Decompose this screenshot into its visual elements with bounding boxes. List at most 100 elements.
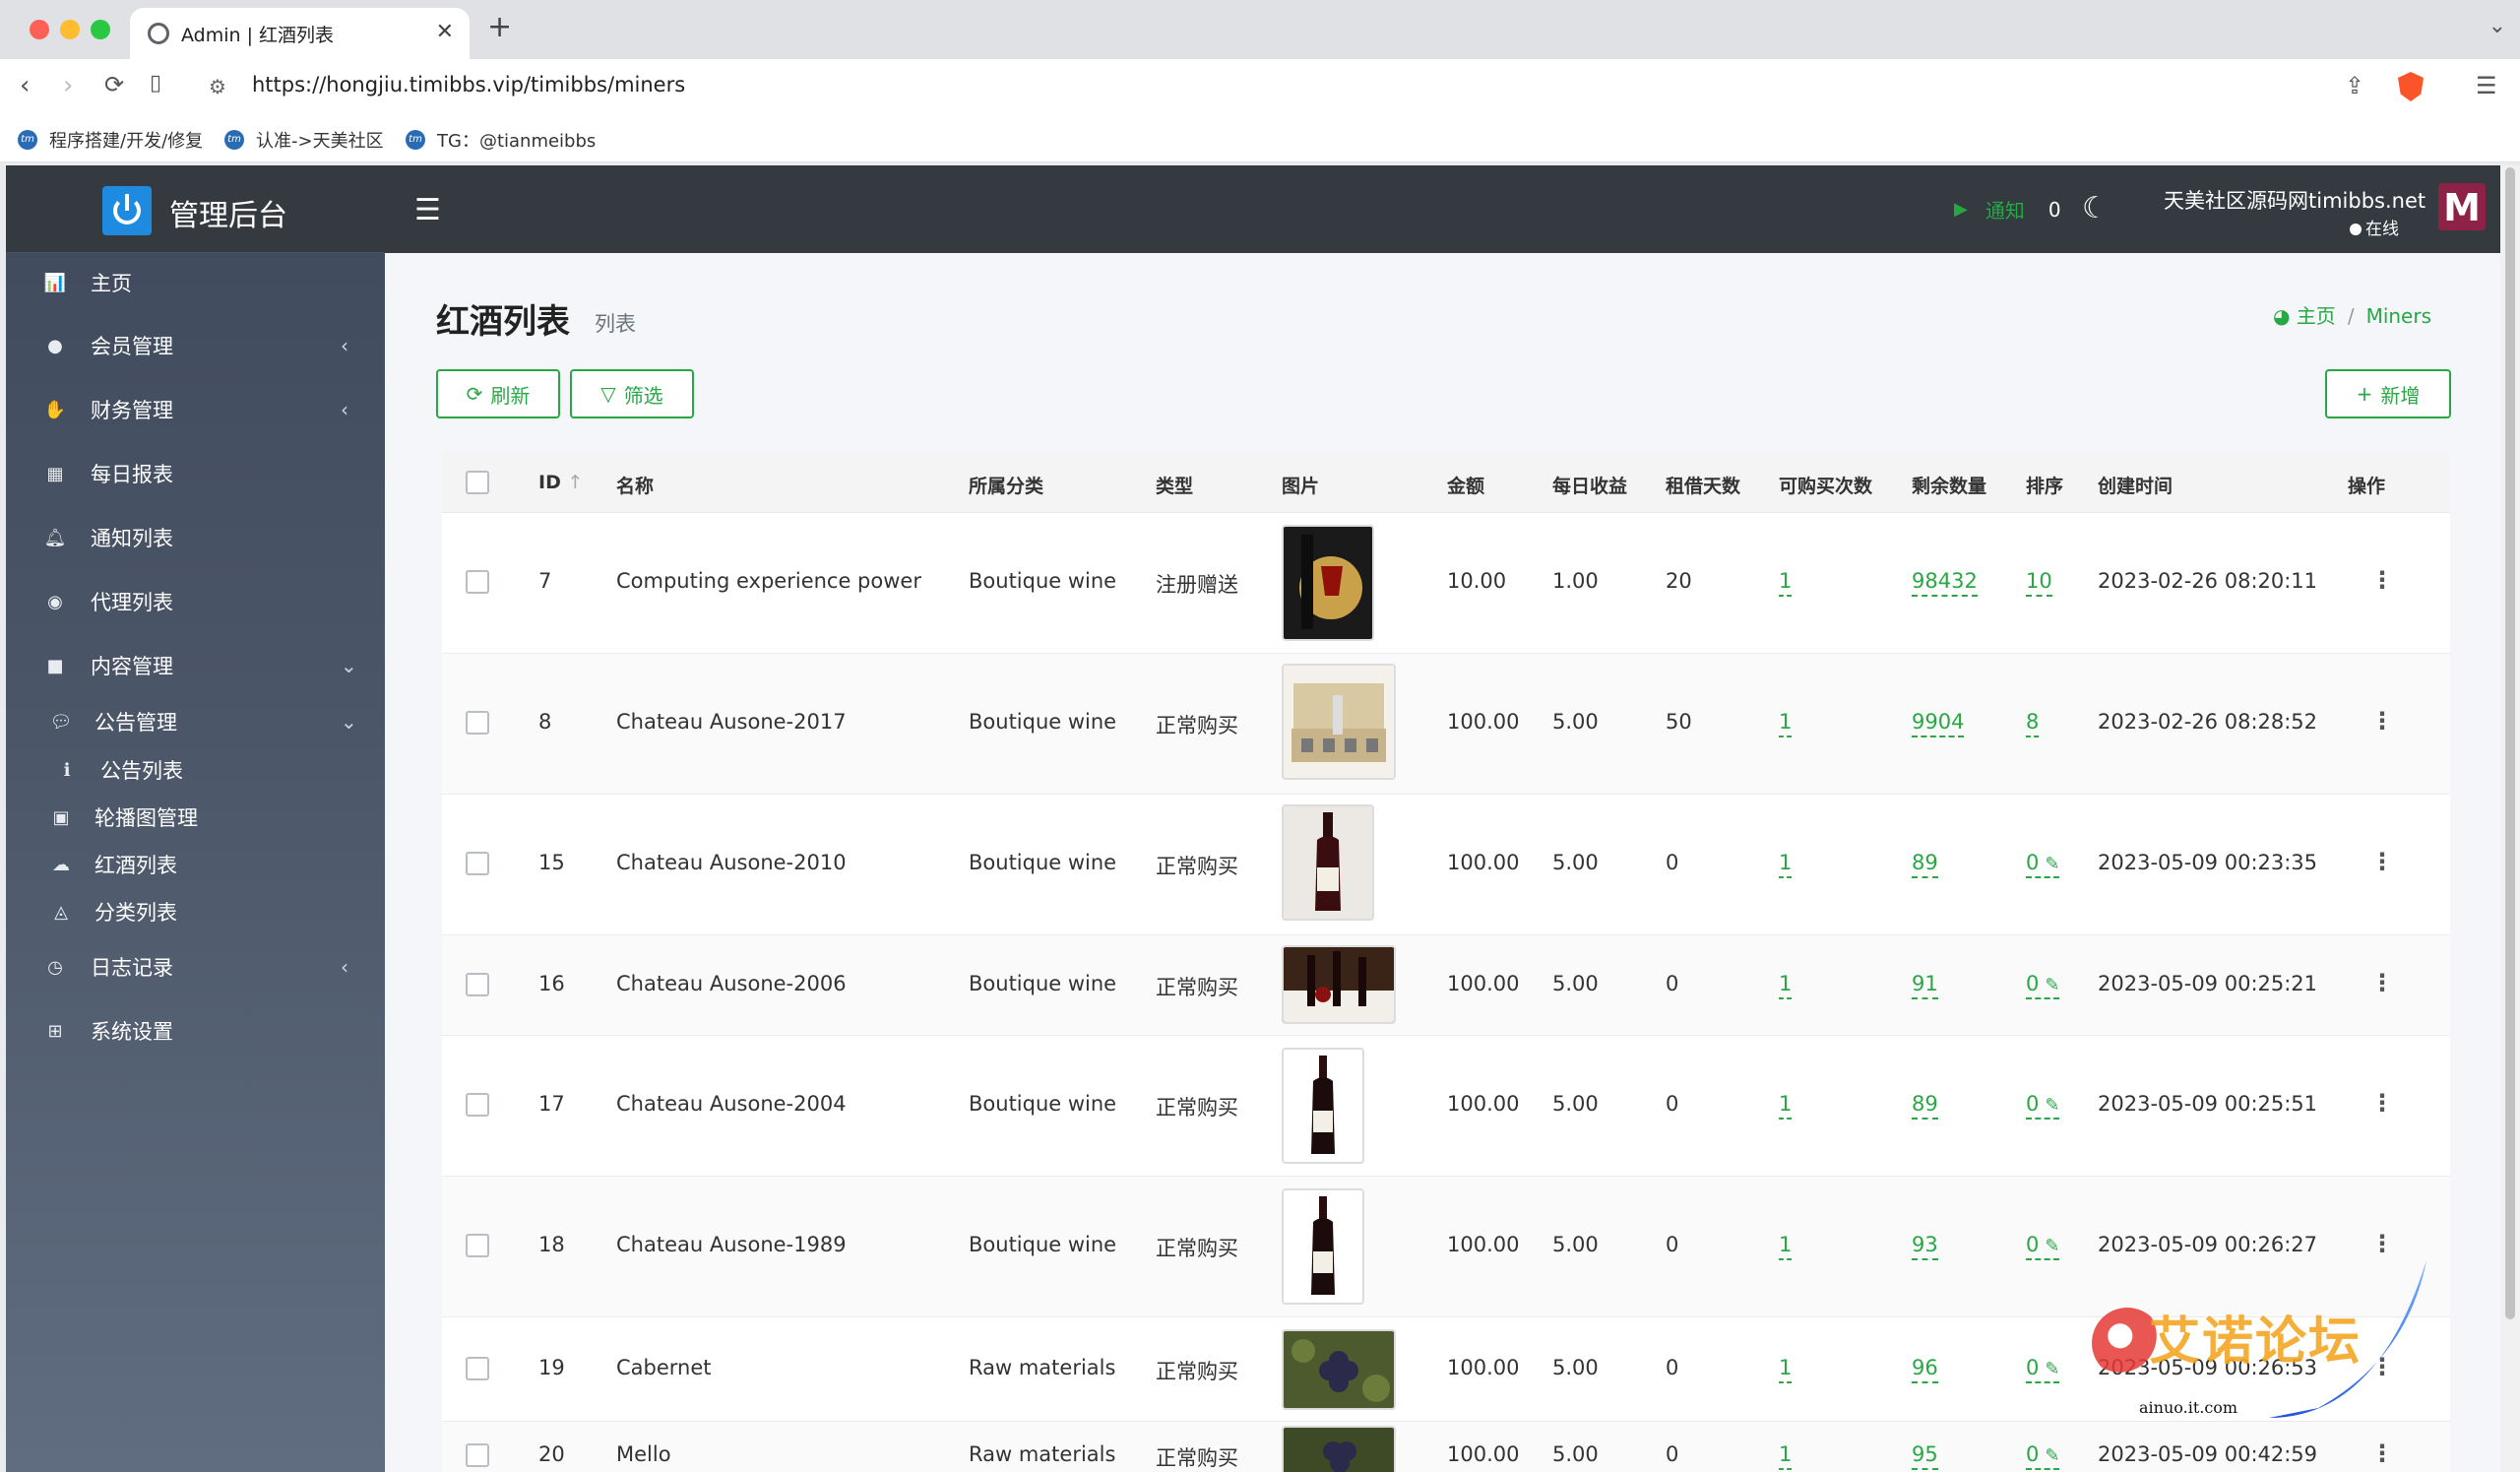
product-thumbnail[interactable] bbox=[1282, 1329, 1396, 1410]
cell-sort[interactable]: 8 bbox=[2026, 710, 2040, 737]
cell-sort[interactable]: 0 ✎ bbox=[2026, 1233, 2060, 1260]
new-tab-button[interactable]: + bbox=[487, 10, 512, 44]
filter-button[interactable]: ▽ 筛选 bbox=[570, 369, 694, 418]
chart-bar-icon: 📊 bbox=[43, 272, 67, 293]
product-thumbnail[interactable] bbox=[1282, 1048, 1364, 1164]
cell-stock[interactable]: 9904 bbox=[1912, 710, 1965, 737]
add-button[interactable]: + 新增 bbox=[2325, 369, 2451, 418]
row-checkbox[interactable] bbox=[466, 711, 489, 735]
cell-buy-times[interactable]: 1 bbox=[1779, 710, 1793, 737]
table-row: 8 Chateau Ausone-2017 Boutique wine 正常购买… bbox=[442, 654, 2450, 795]
cell-stock[interactable]: 89 bbox=[1912, 851, 1938, 878]
cell-buy-times[interactable]: 1 bbox=[1779, 1356, 1793, 1383]
row-actions-icon[interactable]: ⋮ bbox=[2370, 707, 2394, 735]
product-thumbnail[interactable] bbox=[1282, 945, 1396, 1024]
sidebar-item-members[interactable]: ● 会员管理 ‹ bbox=[6, 318, 385, 373]
hamburger-menu-icon[interactable]: ☰ bbox=[414, 193, 441, 227]
page-scrollbar-thumb[interactable] bbox=[2505, 167, 2515, 1319]
sidebar-item-content[interactable]: ■ 内容管理 ⌄ bbox=[6, 638, 385, 693]
cell-buy-times[interactable]: 1 bbox=[1779, 851, 1793, 878]
cell-stock[interactable]: 96 bbox=[1912, 1356, 1938, 1383]
product-thumbnail[interactable] bbox=[1282, 804, 1374, 921]
share-icon[interactable]: ⇪ bbox=[2345, 72, 2364, 99]
browser-menu-icon[interactable]: ☰ bbox=[2476, 72, 2497, 99]
row-checkbox[interactable] bbox=[466, 1443, 489, 1467]
product-thumbnail[interactable] bbox=[1282, 1188, 1364, 1305]
cell-stock[interactable]: 98432 bbox=[1912, 569, 1978, 597]
cell-created: 2023-05-09 00:23:35 bbox=[2098, 851, 2318, 874]
tab-list-chevron-icon[interactable]: ⌄ bbox=[2488, 14, 2506, 38]
brave-shield-icon[interactable] bbox=[2398, 72, 2424, 101]
site-settings-icon[interactable]: ⚙ bbox=[209, 75, 226, 98]
sidebar-item-finance[interactable]: ✋ 财务管理 ‹ bbox=[6, 382, 385, 437]
pencil-icon: ✎ bbox=[2045, 1236, 2060, 1256]
sidebar-item-agents[interactable]: ◉ 代理列表 bbox=[6, 574, 385, 629]
sidebar-item-daily-report[interactable]: ▦ 每日报表 bbox=[6, 446, 385, 501]
product-thumbnail[interactable] bbox=[1282, 525, 1374, 641]
avatar[interactable]: M bbox=[2438, 183, 2486, 230]
forward-icon[interactable]: › bbox=[63, 71, 73, 100]
sidebar-item-category-list[interactable]: ◬ 分类列表 bbox=[6, 884, 385, 939]
cell-buy-times[interactable]: 1 bbox=[1779, 569, 1793, 597]
cell-buy-times[interactable]: 1 bbox=[1779, 1442, 1793, 1470]
cell-stock[interactable]: 95 bbox=[1912, 1442, 1938, 1470]
cell-amount: 100.00 bbox=[1447, 1356, 1520, 1379]
cell-sort[interactable]: 0 ✎ bbox=[2026, 1442, 2060, 1470]
row-checkbox[interactable] bbox=[466, 1234, 489, 1257]
row-actions-icon[interactable]: ⋮ bbox=[2370, 1230, 2394, 1257]
cell-stock[interactable]: 93 bbox=[1912, 1233, 1938, 1260]
product-thumbnail[interactable] bbox=[1282, 1426, 1396, 1472]
sidebar-item-home[interactable]: 📊 主页 bbox=[6, 255, 385, 310]
brand[interactable]: 管理后台 bbox=[6, 165, 385, 253]
bookmark-item[interactable]: tm 程序搭建/开发/修复 bbox=[18, 127, 203, 153]
row-actions-icon[interactable]: ⋮ bbox=[2370, 566, 2394, 594]
user-name[interactable]: 天美社区源码网timibbs.net bbox=[2164, 185, 2426, 215]
breadcrumb-home[interactable]: ◕ 主页 bbox=[2273, 304, 2336, 328]
row-checkbox[interactable] bbox=[466, 570, 489, 594]
row-actions-icon[interactable]: ⋮ bbox=[2370, 1353, 2394, 1380]
address-bar[interactable]: https://hongjiu.timibbs.vip/timibbs/mine… bbox=[252, 73, 685, 96]
refresh-button[interactable]: ⟳ 刷新 bbox=[436, 369, 560, 418]
cell-buy-times[interactable]: 1 bbox=[1779, 972, 1793, 999]
cell-sort[interactable]: 0 ✎ bbox=[2026, 1356, 2060, 1383]
cell-sort[interactable]: 0 ✎ bbox=[2026, 972, 2060, 999]
row-checkbox[interactable] bbox=[466, 1093, 489, 1117]
wine-box-image bbox=[1284, 666, 1394, 778]
row-checkbox[interactable] bbox=[466, 852, 489, 875]
window-maximize-button[interactable] bbox=[91, 20, 110, 39]
product-thumbnail[interactable] bbox=[1282, 664, 1396, 780]
cell-stock[interactable]: 89 bbox=[1912, 1092, 1938, 1120]
row-actions-icon[interactable]: ⋮ bbox=[2370, 1440, 2394, 1467]
cell-buy-times[interactable]: 1 bbox=[1779, 1092, 1793, 1120]
cell-id: 8 bbox=[538, 710, 552, 734]
sidebar-item-settings[interactable]: ⊞ 系统设置 bbox=[6, 1003, 385, 1058]
cell-category: Raw materials bbox=[969, 1356, 1116, 1379]
reload-icon[interactable]: ⟳ bbox=[104, 71, 124, 98]
back-icon[interactable]: ‹ bbox=[20, 71, 30, 100]
sidebar-item-notifications[interactable]: 🔔︎ 通知列表 bbox=[6, 510, 385, 565]
bookmark-item[interactable]: tm TG：@tianmeibbs bbox=[406, 127, 596, 153]
bookmark-item[interactable]: tm 认准->天美社区 bbox=[224, 127, 384, 153]
th-id[interactable]: ID ↑ bbox=[538, 472, 583, 493]
row-checkbox[interactable] bbox=[466, 1357, 489, 1380]
sidebar-item-logs[interactable]: ◷ 日志记录 ‹ bbox=[6, 939, 385, 994]
window-close-button[interactable] bbox=[30, 20, 49, 39]
dark-mode-moon-icon[interactable]: ☾ bbox=[2082, 191, 2109, 225]
select-all-checkbox[interactable] bbox=[466, 471, 489, 494]
row-checkbox[interactable] bbox=[466, 973, 489, 996]
notify-button[interactable]: ▶ 通知 0 bbox=[1954, 195, 2061, 224]
tab-close-icon[interactable]: ✕ bbox=[436, 20, 454, 44]
cell-days: 20 bbox=[1666, 569, 1692, 593]
window-minimize-button[interactable] bbox=[60, 20, 80, 39]
cell-stock[interactable]: 91 bbox=[1912, 972, 1938, 999]
cell-sort[interactable]: 0 ✎ bbox=[2026, 851, 2060, 878]
cell-buy-times[interactable]: 1 bbox=[1779, 1233, 1793, 1260]
row-actions-icon[interactable]: ⋮ bbox=[2370, 969, 2394, 996]
cell-sort[interactable]: 0 ✎ bbox=[2026, 1092, 2060, 1120]
browser-tab[interactable]: Admin | 红酒列表 ✕ bbox=[130, 8, 470, 59]
row-actions-icon[interactable]: ⋮ bbox=[2370, 1089, 2394, 1117]
row-actions-icon[interactable]: ⋮ bbox=[2370, 848, 2394, 875]
sidebar-item-announcements[interactable]: 💬︎ 公告管理 ⌄ bbox=[6, 694, 385, 749]
bookmark-page-icon[interactable]: ▯ bbox=[150, 71, 161, 96]
cell-sort[interactable]: 10 bbox=[2026, 569, 2052, 597]
